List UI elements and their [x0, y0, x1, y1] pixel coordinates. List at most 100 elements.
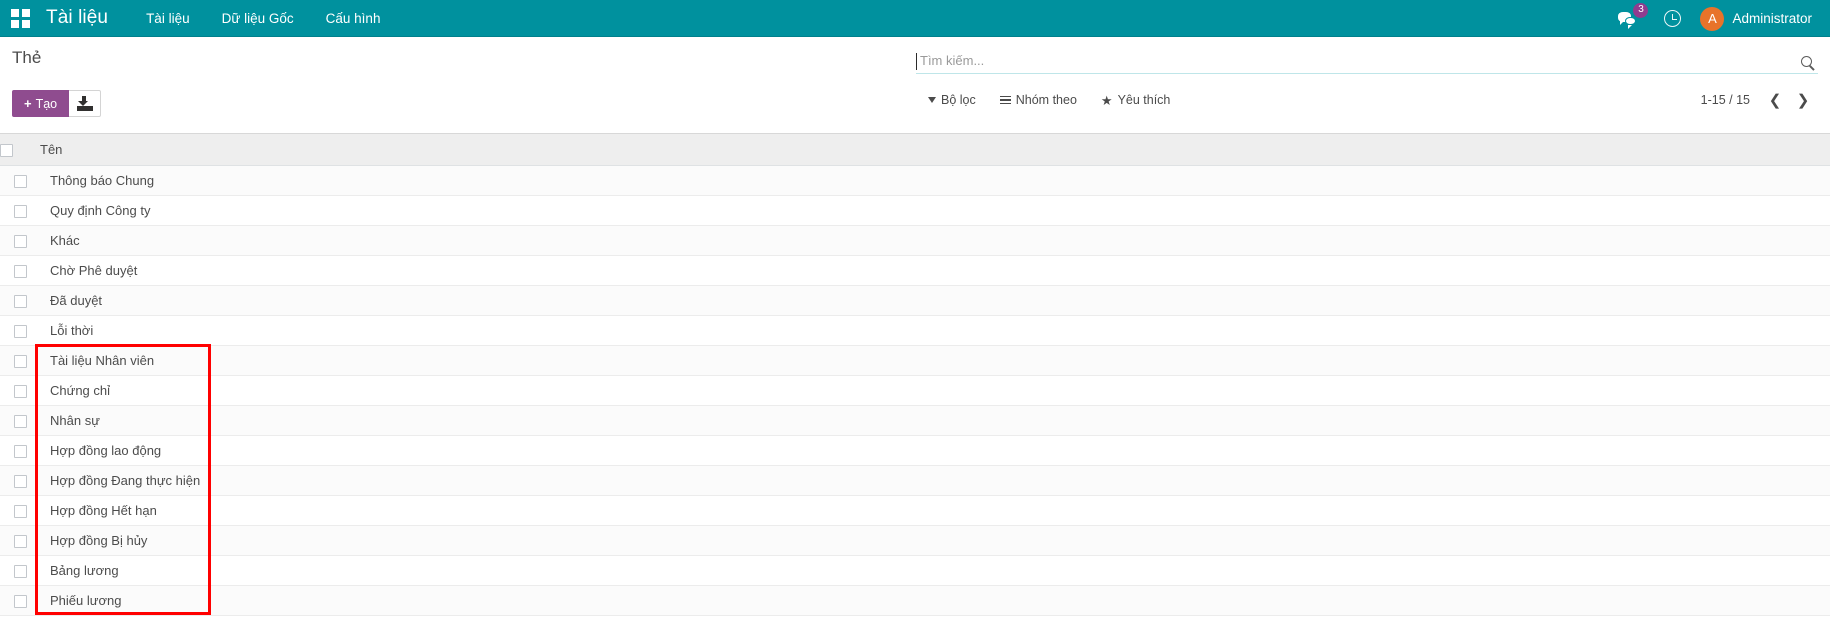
- avatar: A: [1700, 7, 1724, 31]
- select-all-checkbox[interactable]: [0, 144, 13, 157]
- row-checkbox-cell: [0, 315, 40, 345]
- row-name-cell[interactable]: Phiếu lương: [40, 585, 1830, 615]
- group-by-label: Nhóm theo: [1016, 93, 1077, 107]
- row-checkbox[interactable]: [14, 235, 27, 248]
- nav-item-tai-lieu[interactable]: Tài liệu: [130, 0, 206, 37]
- row-checkbox[interactable]: [14, 475, 27, 488]
- row-checkbox-cell: [0, 465, 40, 495]
- row-checkbox[interactable]: [14, 415, 27, 428]
- table-row[interactable]: Quy định Công ty: [0, 195, 1830, 225]
- row-checkbox[interactable]: [14, 355, 27, 368]
- column-header-name[interactable]: Tên: [40, 134, 1830, 165]
- apps-grid-icon[interactable]: [10, 8, 30, 28]
- row-checkbox-cell: [0, 345, 40, 375]
- table-row[interactable]: Chờ Phê duyệt: [0, 255, 1830, 285]
- table-row[interactable]: Khác: [0, 225, 1830, 255]
- row-name-cell[interactable]: Hợp đồng Đang thực hiện: [40, 465, 1830, 495]
- page-title: Thẻ: [12, 48, 41, 68]
- row-checkbox-cell: [0, 495, 40, 525]
- user-menu[interactable]: A Administrator: [1694, 0, 1822, 37]
- pager-range-label: 1-15 / 15: [1701, 93, 1760, 107]
- select-all-cell: [0, 134, 40, 165]
- row-name-cell[interactable]: Hợp đồng lao động: [40, 435, 1830, 465]
- row-checkbox[interactable]: [14, 175, 27, 188]
- search-row: [916, 49, 1818, 74]
- row-name-cell[interactable]: Lỗi thời: [40, 315, 1830, 345]
- row-checkbox[interactable]: [14, 265, 27, 278]
- table-header-row: Tên: [0, 134, 1830, 165]
- row-checkbox[interactable]: [14, 385, 27, 398]
- chevron-left-icon: ❮: [1769, 93, 1782, 108]
- table-row[interactable]: Đã duyệt: [0, 285, 1830, 315]
- row-checkbox-cell: [0, 195, 40, 225]
- row-name-cell[interactable]: Chờ Phê duyệt: [40, 255, 1830, 285]
- row-name-cell[interactable]: Hợp đồng Bị hủy: [40, 525, 1830, 555]
- pager-next-button[interactable]: ❯: [1790, 89, 1816, 111]
- list-bars-icon: [1000, 96, 1011, 105]
- control-panel: Thẻ + Tạo Bộ lọc Nhóm theo ★: [0, 37, 1830, 134]
- favorites-dropdown-button[interactable]: ★ Yêu thích: [1089, 89, 1182, 111]
- table-row[interactable]: Bảng lương: [0, 555, 1830, 585]
- search-input[interactable]: [916, 53, 1794, 70]
- row-name-cell[interactable]: Hợp đồng Hết hạn: [40, 495, 1830, 525]
- row-checkbox-cell: [0, 255, 40, 285]
- favorites-label: Yêu thích: [1118, 93, 1171, 107]
- activity-button[interactable]: [1651, 0, 1694, 37]
- app-brand-title[interactable]: Tài liệu: [40, 7, 130, 29]
- table-row[interactable]: Nhân sự: [0, 405, 1830, 435]
- table-row[interactable]: Hợp đồng Đang thực hiện: [0, 465, 1830, 495]
- control-panel-buttons: + Tạo: [12, 90, 101, 117]
- table-row[interactable]: Lỗi thời: [0, 315, 1830, 345]
- search-button[interactable]: [1794, 51, 1818, 71]
- row-name-cell[interactable]: Chứng chỉ: [40, 375, 1830, 405]
- list-view: Tên Thông báo ChungQuy định Công tyKhácC…: [0, 134, 1830, 616]
- row-checkbox[interactable]: [14, 565, 27, 578]
- clock-icon: [1664, 10, 1681, 27]
- row-checkbox[interactable]: [14, 445, 27, 458]
- table-row[interactable]: Phiếu lương: [0, 585, 1830, 615]
- row-checkbox-cell: [0, 225, 40, 255]
- filters-dropdown-button[interactable]: Bộ lọc: [916, 89, 988, 111]
- row-name-cell[interactable]: Đã duyệt: [40, 285, 1830, 315]
- plus-icon: +: [24, 97, 32, 110]
- row-checkbox-cell: [0, 285, 40, 315]
- filters-label: Bộ lọc: [941, 93, 976, 107]
- row-name-cell[interactable]: Tài liệu Nhân viên: [40, 345, 1830, 375]
- chevron-right-icon: ❯: [1797, 93, 1810, 108]
- row-checkbox[interactable]: [14, 595, 27, 608]
- table-row[interactable]: Chứng chỉ: [0, 375, 1830, 405]
- filter-buttons-group: Bộ lọc Nhóm theo ★ Yêu thích: [916, 89, 1182, 111]
- import-button[interactable]: [69, 90, 101, 117]
- user-name-label: Administrator: [1732, 11, 1812, 26]
- table-row[interactable]: Thông báo Chung: [0, 165, 1830, 195]
- table-row[interactable]: Hợp đồng Bị hủy: [0, 525, 1830, 555]
- row-checkbox[interactable]: [14, 535, 27, 548]
- group-by-dropdown-button[interactable]: Nhóm theo: [988, 89, 1089, 111]
- row-checkbox-cell: [0, 165, 40, 195]
- row-checkbox[interactable]: [14, 505, 27, 518]
- pager-previous-button[interactable]: ❮: [1762, 89, 1788, 111]
- row-name-cell[interactable]: Bảng lương: [40, 555, 1830, 585]
- row-checkbox[interactable]: [14, 205, 27, 218]
- row-checkbox[interactable]: [14, 295, 27, 308]
- table-head: Tên: [0, 134, 1830, 165]
- row-name-cell[interactable]: Thông báo Chung: [40, 165, 1830, 195]
- table-row[interactable]: Hợp đồng Hết hạn: [0, 495, 1830, 525]
- nav-item-du-lieu-goc[interactable]: Dữ liệu Gốc: [206, 0, 310, 37]
- search-area: [916, 49, 1818, 74]
- table-row[interactable]: Hợp đồng lao động: [0, 435, 1830, 465]
- create-button[interactable]: + Tạo: [12, 90, 69, 117]
- create-button-label: Tạo: [36, 97, 58, 111]
- row-name-cell[interactable]: Quy định Công ty: [40, 195, 1830, 225]
- row-checkbox[interactable]: [14, 325, 27, 338]
- row-name-cell[interactable]: Khác: [40, 225, 1830, 255]
- row-checkbox-cell: [0, 525, 40, 555]
- messages-button[interactable]: 3: [1605, 0, 1651, 37]
- nav-item-cau-hinh[interactable]: Cấu hình: [310, 0, 397, 37]
- table-row[interactable]: Tài liệu Nhân viên: [0, 345, 1830, 375]
- navbar-right-group: 3 A Administrator: [1605, 0, 1822, 37]
- row-name-cell[interactable]: Nhân sự: [40, 405, 1830, 435]
- row-checkbox-cell: [0, 405, 40, 435]
- row-checkbox-cell: [0, 375, 40, 405]
- row-checkbox-cell: [0, 435, 40, 465]
